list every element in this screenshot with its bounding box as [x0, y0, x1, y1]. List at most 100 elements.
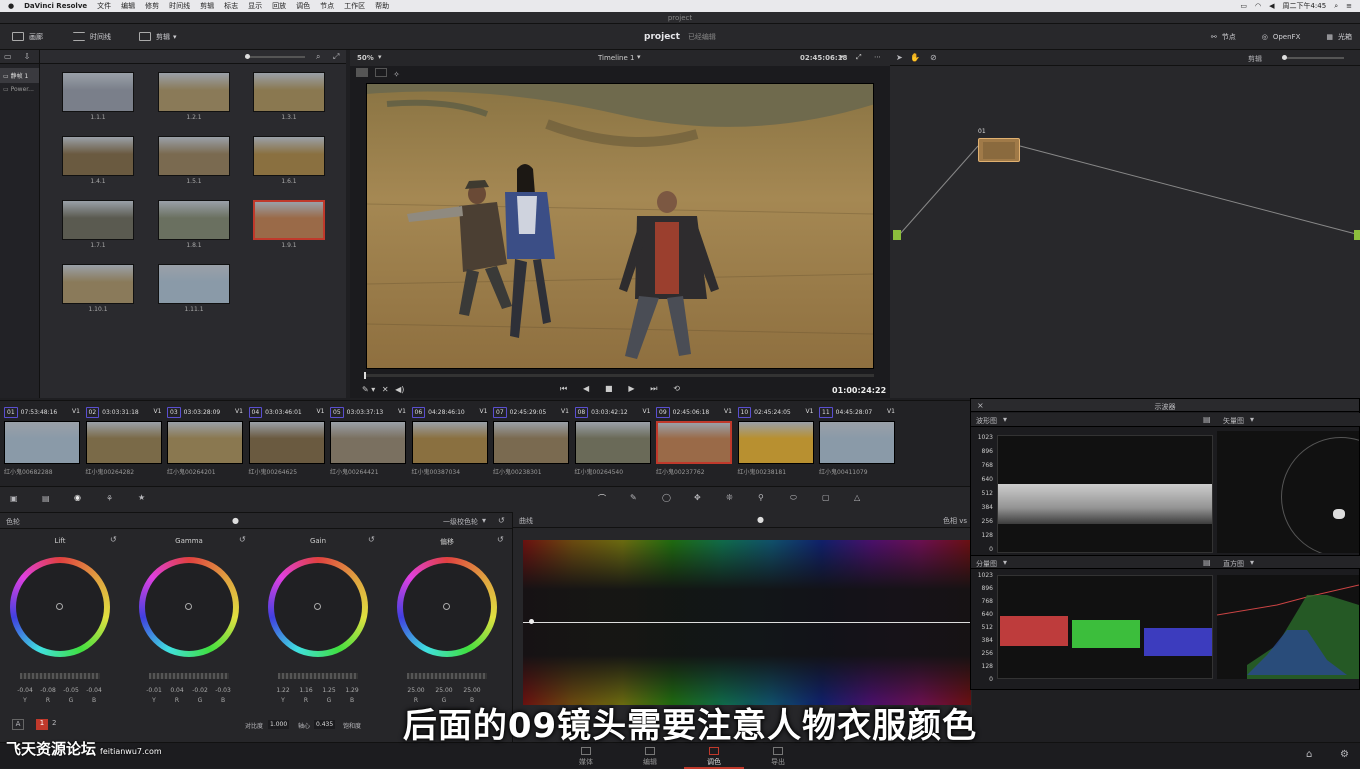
clip-thumbnail[interactable]	[248, 421, 325, 464]
tab-edit[interactable]: 编辑	[620, 743, 680, 769]
go-to-start-icon[interactable]: ⏮	[560, 384, 567, 396]
battery-icon[interactable]: ▭	[1240, 2, 1247, 10]
clip-thumbnail[interactable]	[85, 421, 162, 464]
node-zoom-slider[interactable]	[1282, 55, 1344, 60]
rgb-mixer-icon[interactable]: ⚘	[106, 494, 113, 503]
clip-thumbnail[interactable]	[411, 421, 488, 464]
page-1-button[interactable]: 1	[36, 719, 48, 730]
reset-icon[interactable]: ↺	[368, 535, 375, 544]
color-match-icon[interactable]: ▤	[42, 494, 50, 503]
3d-icon[interactable]: ▢	[822, 493, 830, 502]
blur-icon[interactable]: ❊	[726, 493, 733, 502]
volume-icon[interactable]: ◀	[1269, 2, 1274, 10]
master-wheel[interactable]	[278, 673, 358, 679]
expand-icon[interactable]: ⤢	[333, 52, 339, 62]
slider-handle[interactable]	[1282, 55, 1287, 60]
menu-color[interactable]: 调色	[296, 1, 310, 11]
playhead[interactable]	[364, 372, 366, 379]
app-menu[interactable]: DaVinci Resolve	[24, 2, 87, 10]
gallery-still[interactable]	[158, 136, 230, 176]
master-wheel[interactable]	[149, 673, 229, 679]
reset-icon[interactable]: ↺	[110, 535, 117, 544]
menu-view[interactable]: 显示	[248, 1, 262, 11]
thumb-size-slider[interactable]	[245, 54, 305, 59]
wheel-value[interactable]: 1.29	[341, 687, 363, 694]
menu-workspace[interactable]: 工作区	[344, 1, 365, 11]
menu-nodes[interactable]: 节点	[320, 1, 334, 11]
menu-edit[interactable]: 编辑	[121, 1, 135, 11]
page-a-button[interactable]: A	[12, 719, 24, 730]
wheel-puck[interactable]	[56, 603, 63, 610]
menubar-clock[interactable]: 周二下午4:45	[1282, 1, 1326, 11]
wheel-center[interactable]	[145, 563, 233, 651]
gallery-still[interactable]	[253, 72, 325, 112]
menu-help[interactable]: 帮助	[375, 1, 389, 11]
gallery-button[interactable]: 画廊	[12, 32, 43, 42]
clip-thumbnail[interactable]	[574, 421, 651, 464]
disable-icon[interactable]: ⊘	[930, 53, 937, 62]
sizing-icon[interactable]: ⬭	[790, 493, 797, 503]
play-icon[interactable]: ▶	[628, 384, 634, 396]
reverse-play-icon[interactable]: ◀	[583, 384, 589, 396]
curve-line[interactable]	[523, 622, 971, 623]
list-icon[interactable]: ≡	[1346, 2, 1352, 10]
wheel-value[interactable]: -0.05	[60, 687, 82, 694]
color-wheels-icon[interactable]: ◉	[74, 493, 81, 502]
color-wheel[interactable]	[397, 557, 497, 657]
chevron-down-icon[interactable]: ▾	[1250, 558, 1254, 567]
tracker-icon[interactable]: ✥	[694, 493, 701, 502]
wheel-value[interactable]: 1.22	[272, 687, 294, 694]
chevron-down-icon[interactable]: ▾	[482, 516, 486, 525]
master-wheel[interactable]	[20, 673, 100, 679]
slider-handle[interactable]	[245, 54, 250, 59]
tab-media[interactable]: 媒体	[556, 743, 616, 769]
wheel-value[interactable]: -0.03	[212, 687, 234, 694]
album-power-grade[interactable]: ▭ Power...	[0, 83, 39, 96]
scrub-bar[interactable]	[364, 372, 874, 379]
chevron-down-icon[interactable]: ▾	[1003, 415, 1007, 424]
timeline-name[interactable]: Timeline 1	[598, 54, 634, 62]
fullscreen-icon[interactable]: ⤢	[856, 53, 862, 62]
gear-icon[interactable]: ⚙	[1340, 749, 1349, 760]
search-icon[interactable]: ⌕	[316, 52, 320, 62]
curve-control-point[interactable]	[529, 619, 534, 624]
clip-thumbnail[interactable]	[819, 421, 895, 464]
scope-settings-icon[interactable]: ▤	[1203, 558, 1211, 567]
reset-icon[interactable]: ↺	[239, 535, 246, 544]
clip-thumbnail[interactable]	[737, 421, 814, 464]
output-node-marker[interactable]	[1354, 230, 1360, 240]
tab-deliver[interactable]: 导出	[748, 743, 808, 769]
timelines-button[interactable]: 时间线	[73, 32, 111, 42]
chevron-down-icon[interactable]: ▾	[378, 53, 382, 61]
node-mode-dropdown[interactable]: 剪辑	[1248, 54, 1262, 64]
tab-color[interactable]: 调色	[684, 743, 744, 769]
wheel-value[interactable]: 25.00	[405, 687, 427, 694]
video-frame[interactable]	[366, 83, 874, 369]
window-icon[interactable]: ◯	[662, 493, 671, 502]
chevron-down-icon[interactable]: ▾	[371, 385, 375, 394]
openfx-button[interactable]: ◎ OpenFX	[1262, 33, 1301, 41]
wheel-center[interactable]	[274, 563, 362, 651]
menu-file[interactable]: 文件	[97, 1, 111, 11]
wheel-value[interactable]: -0.08	[37, 687, 59, 694]
clip-thumbnail[interactable]	[493, 421, 569, 464]
hue-curve-graph[interactable]	[523, 540, 971, 705]
nodes-button[interactable]: ⚯ 节点	[1211, 32, 1236, 42]
close-icon[interactable]: ✕	[382, 385, 389, 394]
color-wheel[interactable]	[10, 557, 110, 657]
chevron-down-icon[interactable]: ▾	[1250, 415, 1254, 424]
menu-mark[interactable]: 标志	[224, 1, 238, 11]
sidebar-toggle-icon[interactable]: ▭	[4, 52, 12, 61]
pivot-value[interactable]: 0.435	[314, 720, 336, 729]
menu-timeline[interactable]: 时间线	[169, 1, 190, 11]
wheel-value[interactable]: 25.00	[433, 687, 455, 694]
wheel-value[interactable]: -0.01	[143, 687, 165, 694]
curves-mode-dropdown[interactable]: 色相 vs	[943, 516, 967, 526]
color-wheel[interactable]	[139, 557, 239, 657]
chevron-down-icon[interactable]: ▾	[840, 53, 844, 61]
chevron-down-icon[interactable]: ▾	[1003, 558, 1007, 567]
loop-icon[interactable]: ⟲	[673, 384, 680, 396]
master-wheel[interactable]	[407, 673, 487, 679]
curves-page-dot[interactable]: ●	[757, 515, 764, 524]
parade-label[interactable]: 分量图	[976, 559, 997, 569]
